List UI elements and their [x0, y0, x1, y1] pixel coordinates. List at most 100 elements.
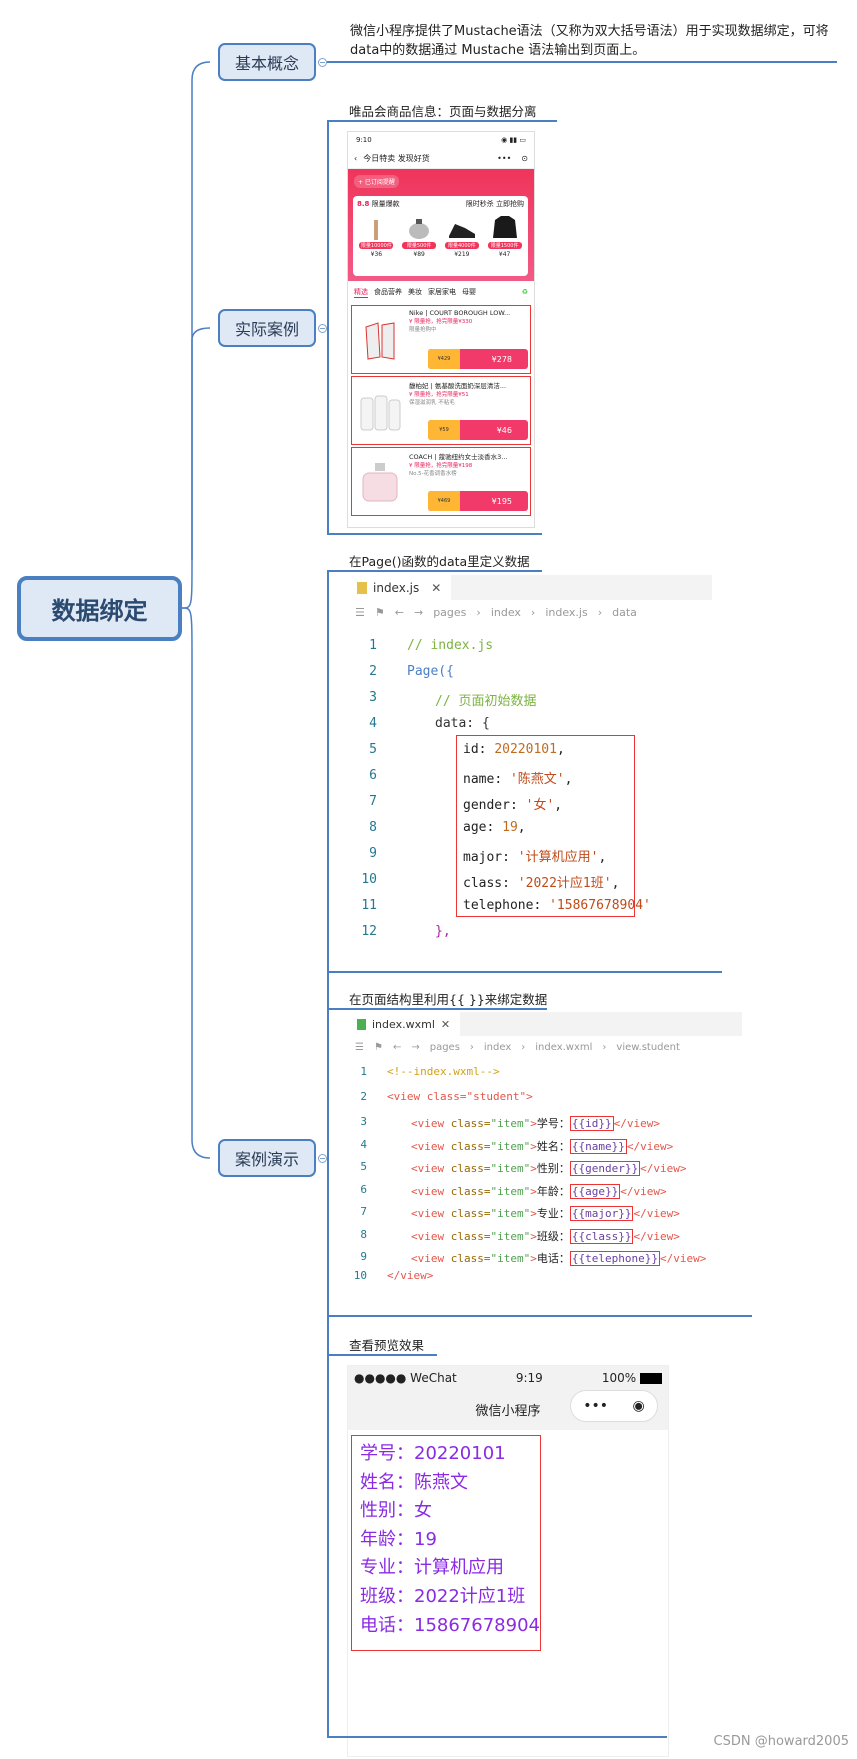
- line-number: 4: [360, 1137, 367, 1151]
- crumb-item[interactable]: index.js: [545, 606, 587, 619]
- student-row: 学号：20220101: [360, 1443, 506, 1464]
- topic-underline: [327, 533, 542, 535]
- status-icons: ◉ ▮▮ ▭: [501, 136, 526, 144]
- back-icon[interactable]: ←: [393, 1042, 401, 1053]
- concept-text: 微信小程序提供了Mustache语法（又称为双大括号语法）用于实现数据绑定，可将…: [350, 22, 830, 60]
- branch-real-case[interactable]: 实际案例: [218, 309, 316, 347]
- product-tile[interactable]: 限量4000件 ¥219: [444, 214, 480, 258]
- student-row: 电话：15867678904: [360, 1614, 540, 1636]
- close-icon[interactable]: ✕: [431, 581, 441, 595]
- topic-underline: [327, 1008, 547, 1010]
- buy-button[interactable]: ¥59 ¥46: [428, 420, 528, 440]
- product-tile[interactable]: 限量1500件 ¥47: [487, 214, 523, 258]
- crumb-item[interactable]: index: [491, 606, 521, 619]
- code-line: <view class="item">性别： {{gender}} </view>: [411, 1161, 687, 1176]
- line-number: 8: [369, 820, 377, 835]
- collapse-icon[interactable]: [318, 324, 327, 333]
- forward-icon[interactable]: →: [414, 606, 423, 619]
- code-line: // index.js: [407, 638, 494, 653]
- lipstick-icon: [358, 214, 394, 240]
- product-tag: 限量10000件: [359, 242, 394, 249]
- subscribe-pill[interactable]: + 已订阅提醒: [354, 175, 399, 188]
- breadcrumb: ☰ ⚑ ← → pages › index › index.wxml › view.stud…: [355, 1041, 680, 1053]
- row-label: 姓名：: [536, 1139, 570, 1153]
- product-price: ¥219: [454, 251, 470, 258]
- kettle-icon: [401, 214, 437, 240]
- buy-button[interactable]: ¥429 ¥278: [428, 349, 528, 369]
- more-icon[interactable]: •••: [583, 1398, 608, 1414]
- student-row: 年龄：19: [360, 1528, 437, 1550]
- list-icon[interactable]: ☰: [355, 606, 365, 619]
- branch-label: 基本概念: [234, 54, 299, 73]
- collapse-icon[interactable]: [318, 58, 327, 67]
- item-note: No.5-花香调香水榜: [409, 471, 457, 477]
- buy-button[interactable]: ¥469 ¥195: [428, 491, 528, 511]
- battery-icon: [639, 1373, 662, 1384]
- crumb-item[interactable]: data: [612, 606, 637, 619]
- event-right[interactable]: 限时秒杀 立即抢购: [466, 199, 524, 209]
- collapse-icon[interactable]: [318, 1154, 327, 1163]
- bookmark-icon[interactable]: ⚑: [375, 606, 385, 619]
- back-icon[interactable]: ←: [395, 606, 404, 619]
- branch-basic-concept[interactable]: 基本概念: [218, 43, 316, 81]
- editor-tab[interactable]: index.wxml ✕: [347, 1012, 461, 1036]
- student-row: 姓名：陈燕文: [360, 1471, 468, 1493]
- row-label: 班级：: [536, 1229, 570, 1243]
- tab-selected[interactable]: 精选: [354, 287, 368, 298]
- product-item[interactable]: COACH | 蔻驰纽约女士淡香水3... ¥ 限量抢，抢完限量¥198 No.5-…: [351, 447, 531, 516]
- product-item[interactable]: Nike | COURT BOROUGH LOW... ¥ 限量抢，抢完限量¥33…: [351, 305, 531, 374]
- close-circle-icon[interactable]: ◉: [633, 1398, 645, 1414]
- carrier: ●●●●● WeChat: [354, 1371, 457, 1385]
- product-price: ¥36: [370, 251, 383, 258]
- crumb-item[interactable]: pages: [430, 1042, 460, 1053]
- line-number: 9: [369, 846, 377, 861]
- js-code-editor: index.js ✕ ☰ ⚑ ← → pages › index › index.js › d…: [347, 575, 712, 968]
- product-item[interactable]: 馥柏妃 | 氨基酸洗面奶深层清洁... ¥ 限量抢，抢完限量¥51 保湿滋润乳 不粘…: [351, 376, 531, 445]
- mustache-var: {{age}}: [569, 1183, 621, 1199]
- code-line: <view class="item">年龄： {{age}} </view>: [411, 1183, 667, 1199]
- vip-app-screenshot: 9:10 ◉ ▮▮ ▭ ‹ 今日特卖 发现好货 ••• ⊙ + 已订阅提醒 8.8…: [347, 131, 535, 528]
- editor-tab[interactable]: index.js ✕: [347, 575, 452, 600]
- line-number: 10: [361, 872, 377, 887]
- concept-line-1: 微信小程序提供了Mustache语法（又称为双大括号语法）用于实现数据绑定，可将: [350, 24, 829, 39]
- topic-underline: [327, 1736, 667, 1738]
- tab-label: index.js: [373, 580, 420, 595]
- bookmark-icon[interactable]: ⚑: [374, 1042, 383, 1053]
- highlight-box: [456, 735, 635, 917]
- target-icon[interactable]: ⊙: [521, 154, 528, 163]
- item-note: 保湿滋润乳 不粘毛: [409, 400, 455, 406]
- crumb-item[interactable]: index.wxml: [535, 1042, 592, 1053]
- item-promo: ¥ 限量抢，抢完限量¥198: [409, 463, 473, 469]
- product-tile[interactable]: 限量10000件 ¥36: [358, 214, 394, 258]
- row-label: 专业：: [536, 1207, 570, 1220]
- topic-underline: [327, 570, 542, 572]
- status-time: 9:19: [515, 1371, 543, 1385]
- root-node[interactable]: 数据绑定: [17, 576, 182, 641]
- shoe-icon: [444, 214, 480, 240]
- mini-program-capsule[interactable]: ••• ◉: [570, 1390, 658, 1422]
- mustache-var: {{major}}: [569, 1206, 634, 1221]
- branch-demo[interactable]: 案例演示: [218, 1139, 316, 1177]
- crumb-item[interactable]: pages: [433, 606, 466, 619]
- battery: 100%: [602, 1371, 662, 1385]
- forward-icon[interactable]: →: [411, 1042, 419, 1053]
- list-icon[interactable]: ☰: [355, 1042, 364, 1053]
- back-icon[interactable]: ‹: [354, 154, 357, 163]
- crumb-item[interactable]: index: [484, 1042, 511, 1053]
- crumb-item[interactable]: view.student: [616, 1042, 680, 1053]
- item-price: ¥46: [496, 425, 512, 435]
- perfume-image: [352, 448, 407, 515]
- more-icon[interactable]: •••: [497, 154, 511, 163]
- close-icon[interactable]: ✕: [441, 1018, 450, 1031]
- product-price: ¥89: [413, 251, 425, 258]
- tab-food[interactable]: 食品营养: [374, 287, 402, 297]
- concept-line-2: data中的数据通过 Mustache 语法输出到页面上。: [350, 43, 646, 58]
- line-number: 11: [361, 898, 377, 913]
- line-number: 8: [360, 1227, 367, 1241]
- item-promo: ¥ 限量抢，抢完限量¥51: [409, 392, 469, 398]
- tab-home[interactable]: 家居家电: [428, 287, 456, 297]
- tab-beauty[interactable]: 美妆: [408, 287, 422, 297]
- recycle-icon[interactable]: ♻: [522, 288, 528, 296]
- tab-baby[interactable]: 母婴: [462, 287, 476, 297]
- product-tile[interactable]: 限量500件 ¥89: [401, 214, 437, 258]
